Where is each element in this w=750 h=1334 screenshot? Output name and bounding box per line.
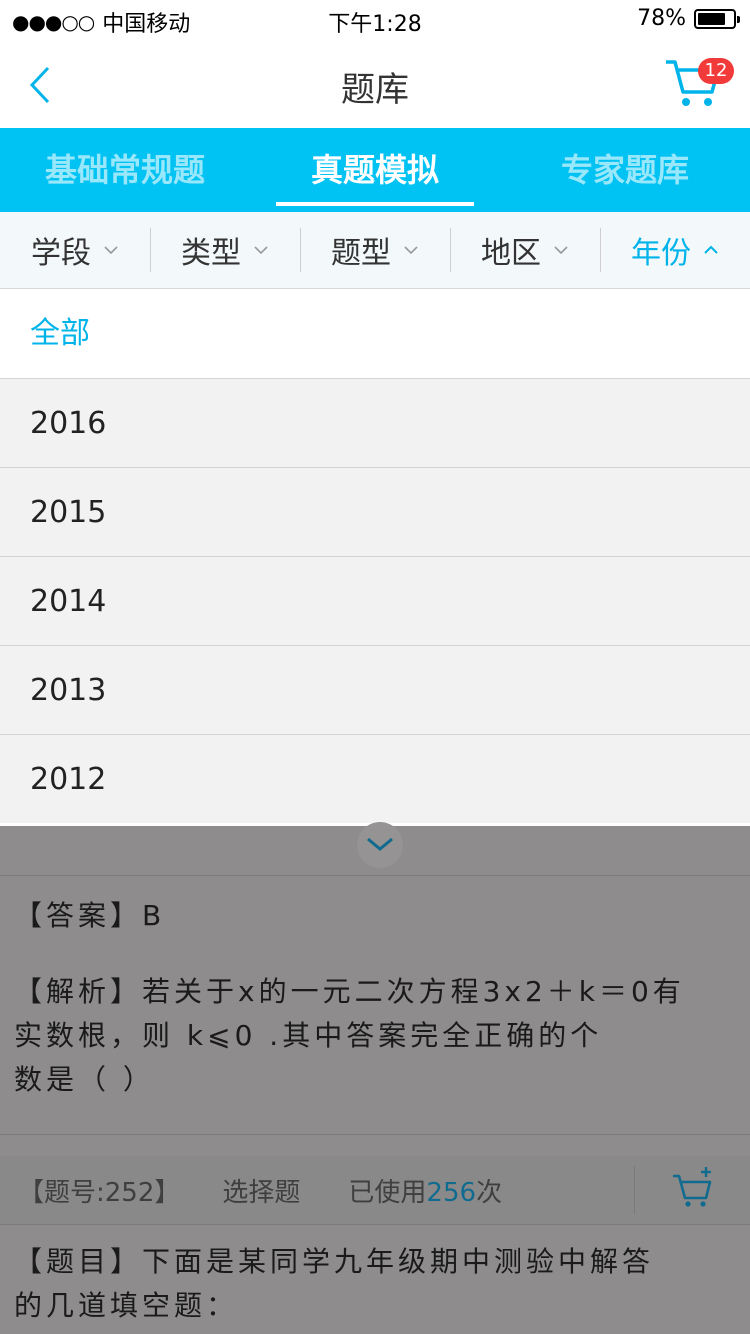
usage-number: 256: [426, 1177, 477, 1208]
add-to-cart-button[interactable]: [672, 1166, 714, 1208]
year-option[interactable]: 2012: [0, 734, 750, 823]
chevron-down-icon: [404, 246, 418, 255]
filter-label: 地区: [481, 236, 541, 271]
tab-label: 基础常规题: [44, 151, 205, 189]
filter-question-type[interactable]: 题型: [300, 212, 450, 288]
divider: [0, 1134, 750, 1135]
battery-icon: [694, 8, 740, 29]
chevron-down-icon: [254, 246, 268, 255]
filter-category[interactable]: 类型: [150, 212, 300, 288]
battery-fill: [698, 12, 725, 25]
tab-expert[interactable]: 专家题库: [500, 128, 750, 212]
tab-label: 真题模拟: [310, 151, 439, 189]
battery-percent: 78%: [637, 6, 686, 31]
active-tab-indicator: [276, 202, 474, 206]
question-meta-row: 【题号:252】 选择题 已使用256次: [0, 1156, 750, 1224]
question-line: 的几道填空题：: [14, 1289, 239, 1322]
usage-suffix: 次: [476, 1177, 503, 1208]
tab-basic[interactable]: 基础常规题: [0, 128, 250, 212]
divider: [634, 1166, 635, 1214]
chevron-down-icon: [367, 837, 393, 851]
filter-label: 学段: [31, 236, 91, 271]
nav-bar: 题库 12: [0, 40, 750, 128]
filter-label: 类型: [181, 236, 241, 271]
page-title: 题库: [341, 70, 409, 110]
analysis-line: 【解析】若关于x的一元二次方程3x2＋k＝0有: [14, 975, 685, 1008]
chevron-up-icon: [704, 245, 718, 254]
analysis-line: 实数根，则 k⩽0 .其中答案完全正确的个: [14, 1019, 603, 1052]
question-type: 选择题: [222, 1177, 301, 1208]
question-id: 【题号:252】: [18, 1177, 181, 1208]
category-tabs: 基础常规题 真题模拟 专家题库: [0, 128, 750, 212]
tab-label: 专家题库: [560, 151, 689, 189]
year-option-all[interactable]: 全部: [0, 289, 750, 378]
analysis-line: 数是（ ）: [14, 1063, 155, 1096]
usage-count: 已使用256次: [348, 1172, 502, 1209]
year-option[interactable]: 2016: [0, 378, 750, 467]
year-option[interactable]: 2015: [0, 467, 750, 556]
filter-year[interactable]: 年份: [600, 212, 750, 288]
divider: [0, 1224, 750, 1225]
battery-status: 78%: [637, 6, 740, 31]
collapse-dropdown-button[interactable]: [357, 822, 403, 868]
divider: [0, 875, 750, 876]
year-option[interactable]: 2013: [0, 645, 750, 734]
year-option[interactable]: 2014: [0, 556, 750, 645]
filter-bar: 学段 类型 题型 地区 年份: [0, 212, 750, 289]
cart-add-icon: [673, 1167, 712, 1207]
chevron-down-icon: [104, 246, 118, 255]
filter-label: 年份: [631, 236, 691, 271]
tab-real-exam[interactable]: 真题模拟: [250, 128, 500, 212]
answer-text: 【答案】B: [14, 899, 166, 932]
filter-label: 题型: [331, 236, 391, 271]
cart-count-badge: 12: [698, 58, 734, 84]
chevron-down-icon: [554, 246, 568, 255]
filter-stage[interactable]: 学段: [0, 212, 150, 288]
question-line: 【题目】下面是某同学九年级期中测验中解答: [14, 1245, 655, 1278]
filter-region[interactable]: 地区: [450, 212, 600, 288]
usage-prefix: 已使用: [348, 1177, 427, 1208]
status-bar: ●●●○○ 中国移动 下午1:28 78%: [0, 0, 750, 40]
year-dropdown: 全部 2016 2015 2014 2013 2012: [0, 289, 750, 823]
